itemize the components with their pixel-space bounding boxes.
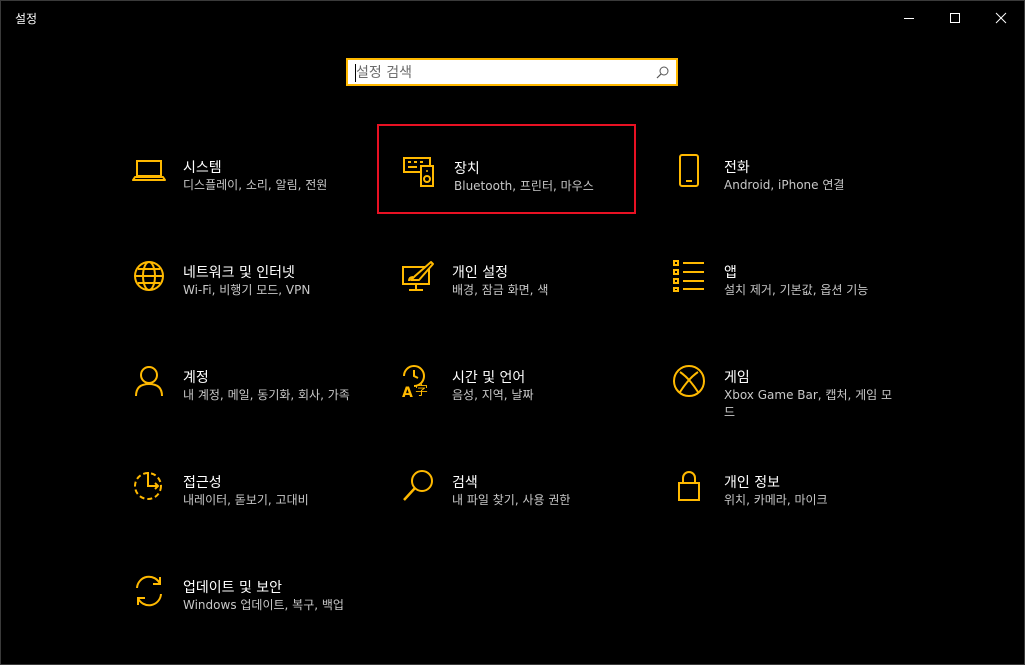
window-title: 설정 [15,12,38,26]
tile-accounts[interactable]: 계정 내 계정, 메일, 동기화, 회사, 가족 [132,364,390,452]
personalization-icon [402,261,434,291]
tile-phone[interactable]: 전화 Android, iPhone 연결 [672,154,930,242]
tile-description: 내 파일 찾기, 사용 권한 [452,493,571,507]
tile-title: 검색 [452,475,478,491]
tile-ease-of-access[interactable]: 접근성 내레이터, 돋보기, 고대비 [132,469,390,557]
update-icon [136,575,162,607]
search-input[interactable] [356,63,646,83]
tile-description: Bluetooth, 프린터, 마우스 [454,179,594,193]
tile-title: 업데이트 및 보안 [183,580,283,596]
tile-description: Windows 업데이트, 복구, 백업 [183,598,344,612]
phone-icon [679,154,699,187]
tile-personalization[interactable]: 개인 설정 배경, 잠금 화면, 색 [401,259,659,347]
title-bar: 설정 [1,1,1024,34]
tile-search[interactable]: 검색 내 파일 찾기, 사용 권한 [401,469,659,557]
devices-icon [403,157,434,187]
tile-description: 설치 제거, 기본값, 옵션 기능 [724,283,869,297]
close-icon [995,12,1007,23]
settings-search-box[interactable] [346,58,678,86]
tile-gaming[interactable]: 게임 Xbox Game Bar, 캡처, 게임 모드 [672,364,930,452]
tile-privacy[interactable]: 개인 정보 위치, 카메라, 마이크 [672,469,930,557]
tile-title: 앱 [724,265,737,281]
time-language-icon: A 字 [402,365,428,398]
laptop-icon [132,160,166,181]
minimize-icon [904,17,914,19]
maximize-icon [950,12,960,23]
tile-description: Wi-Fi, 비행기 모드, VPN [183,283,311,297]
settings-window: 설정 시스템 디스플레이, 소리, 알림, 전원 [0,0,1025,665]
text-caret [355,64,356,82]
tile-title: 전화 [724,160,750,176]
svg-text:A: A [402,385,413,398]
search-icon [656,66,669,79]
tile-description: 내레이터, 돋보기, 고대비 [183,493,309,507]
globe-icon [134,261,164,291]
xbox-icon [673,365,705,397]
tile-title: 개인 설정 [452,265,508,281]
tile-description: 위치, 카메라, 마이크 [724,493,828,507]
tile-devices[interactable]: 장치 Bluetooth, 프린터, 마우스 [377,124,636,214]
tile-system[interactable]: 시스템 디스플레이, 소리, 알림, 전원 [132,154,390,242]
tile-title: 장치 [454,161,480,177]
tile-apps[interactable]: 앱 설치 제거, 기본값, 옵션 기능 [672,259,930,347]
tile-title: 시스템 [183,160,222,176]
person-icon [135,366,163,397]
tile-network[interactable]: 네트워크 및 인터넷 Wi-Fi, 비행기 모드, VPN [132,259,390,347]
tile-update-security[interactable]: 업데이트 및 보안 Windows 업데이트, 복구, 백업 [132,574,390,662]
tile-title: 개인 정보 [724,475,780,491]
tile-description: Android, iPhone 연결 [724,178,845,192]
search-icon [403,470,433,501]
tile-time-language[interactable]: A 字 시간 및 언어 음성, 지역, 날짜 [401,364,659,452]
tile-description: 내 계정, 메일, 동기화, 회사, 가족 [183,388,350,402]
tile-description: 음성, 지역, 날짜 [452,388,534,402]
close-button[interactable] [978,1,1024,34]
tile-description: 배경, 잠금 화면, 색 [452,283,549,297]
maximize-button[interactable] [932,1,978,34]
tile-title: 게임 [724,370,750,386]
ease-of-access-icon [134,472,162,500]
tile-title: 계정 [183,370,209,386]
svg-text:字: 字 [415,384,428,398]
tile-description: 디스플레이, 소리, 알림, 전원 [183,178,328,192]
tile-title: 접근성 [183,475,222,491]
tile-description: Xbox Game Bar, 캡처, 게임 모드 [724,388,893,419]
apps-list-icon [673,260,704,292]
minimize-button[interactable] [886,1,932,34]
tile-title: 네트워크 및 인터넷 [183,265,295,281]
lock-icon [678,471,700,501]
tile-title: 시간 및 언어 [452,370,526,386]
